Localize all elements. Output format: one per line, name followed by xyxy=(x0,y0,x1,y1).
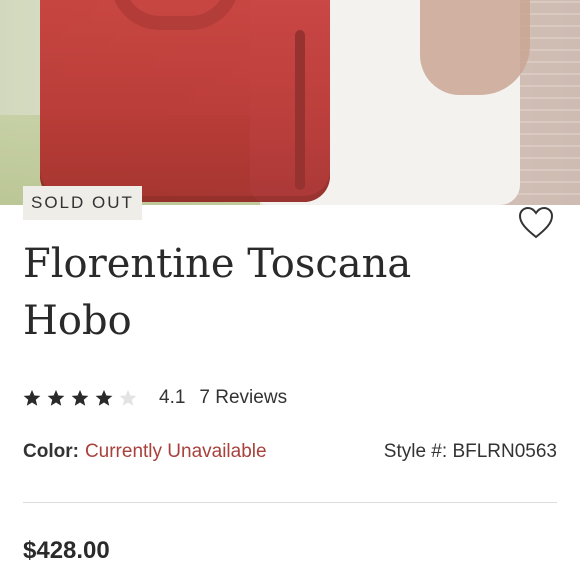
reviews-link[interactable]: 7 Reviews xyxy=(199,387,287,409)
color-value: Currently Unavailable xyxy=(84,441,267,462)
star-filled-icon xyxy=(95,389,113,406)
sold-out-badge: SOLD OUT xyxy=(23,186,142,220)
image-bag-side-zip xyxy=(295,30,305,190)
style-value: BFLRN0563 xyxy=(452,441,557,462)
star-filled-icon xyxy=(71,389,89,406)
product-title-line2: Hobo xyxy=(23,298,132,344)
product-title: Florentine Toscana Hobo xyxy=(23,236,503,350)
rating-row: 4.1 7 Reviews xyxy=(23,384,287,412)
product-price: $428.00 xyxy=(23,537,110,564)
divider xyxy=(23,502,557,503)
color-row: Color: Currently Unavailable xyxy=(23,441,267,463)
product-title-line1: Florentine Toscana xyxy=(23,241,412,287)
style-number: Style #: BFLRN0563 xyxy=(384,441,557,463)
image-model-arm xyxy=(420,0,530,95)
star-empty-icon xyxy=(119,389,137,406)
star-filled-icon xyxy=(23,389,41,406)
rating-value: 4.1 xyxy=(159,387,186,408)
heart-outline-icon[interactable] xyxy=(518,206,554,240)
image-bag-handle xyxy=(110,0,240,30)
style-label: Style #: xyxy=(383,441,448,462)
star-filled-icon xyxy=(47,389,65,406)
color-label: Color: xyxy=(23,441,79,462)
product-image[interactable] xyxy=(0,0,580,205)
rating-stars xyxy=(23,389,137,407)
image-red-handbag xyxy=(40,0,330,202)
